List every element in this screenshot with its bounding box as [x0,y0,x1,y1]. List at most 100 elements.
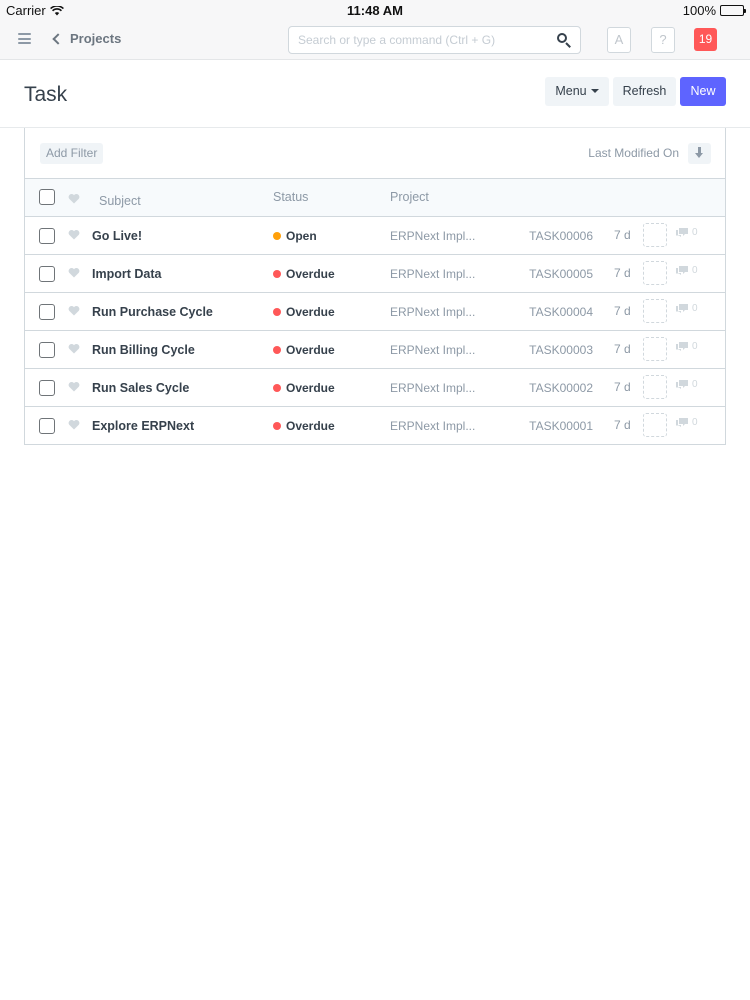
status-dot-icon [273,270,281,278]
heart-icon[interactable] [68,419,80,430]
assign-user-placeholder[interactable] [643,375,667,399]
task-subject-link[interactable]: Run Purchase Cycle [92,305,213,319]
assign-user-placeholder[interactable] [643,223,667,247]
subject-column-header[interactable]: Subject [99,194,141,208]
assign-user-placeholder[interactable] [643,261,667,285]
hamburger-menu-icon[interactable] [18,33,31,44]
notifications-badge[interactable]: 19 [694,28,717,51]
status-indicator[interactable]: Overdue [273,305,335,319]
task-id[interactable]: TASK00004 [529,305,593,319]
status-indicator[interactable]: Overdue [273,343,335,357]
status-indicator[interactable]: Open [273,229,317,243]
task-subject-link[interactable]: Run Sales Cycle [92,381,189,395]
status-column-header: Status [273,190,309,204]
modified-time: 7 d [614,266,631,280]
heart-icon[interactable] [68,193,80,204]
heart-icon[interactable] [68,343,80,354]
assign-user-placeholder[interactable] [643,413,667,437]
add-filter-button[interactable]: Add Filter [40,143,104,164]
comment-count[interactable]: 0 [675,227,698,238]
sort-selector[interactable]: Last Modified On [588,146,679,160]
task-subject-link[interactable]: Import Data [92,267,161,281]
search-icon[interactable] [557,33,571,48]
task-subject-link[interactable]: Run Billing Cycle [92,343,195,357]
status-dot-icon [273,422,281,430]
new-task-button[interactable]: New [680,77,726,106]
status-label: Overdue [286,381,335,395]
table-row[interactable]: Run Billing Cycle Overdue ERPNext Impl..… [25,331,725,369]
table-row[interactable]: Go Live! Open ERPNext Impl... TASK00006 … [25,217,725,255]
modified-time: 7 d [614,380,631,394]
status-label: Overdue [286,343,335,357]
task-id[interactable]: TASK00003 [529,343,593,357]
sort-order-button[interactable] [688,143,711,164]
task-subject-link[interactable]: Explore ERPNext [92,419,194,433]
status-indicator[interactable]: Overdue [273,381,335,395]
assign-user-placeholder[interactable] [643,299,667,323]
comment-count[interactable]: 0 [675,341,698,352]
comments-icon [676,380,688,389]
modified-time: 7 d [614,304,631,318]
status-label: Overdue [286,305,335,319]
help-button[interactable]: ? [651,27,675,53]
project-name[interactable]: ERPNext Impl... [390,305,475,319]
table-row[interactable]: Explore ERPNext Overdue ERPNext Impl... … [25,407,725,445]
project-name[interactable]: ERPNext Impl... [390,343,475,357]
status-dot-icon [273,346,281,354]
row-checkbox[interactable] [39,228,55,244]
comment-count[interactable]: 0 [675,379,698,390]
status-label: Overdue [286,419,335,433]
select-all-checkbox[interactable] [39,189,55,205]
comment-count-value: 0 [692,265,698,276]
status-indicator[interactable]: Overdue [273,419,335,433]
modified-time: 7 d [614,342,631,356]
row-checkbox[interactable] [39,266,55,282]
comments-icon [676,304,688,313]
project-column-header: Project [390,190,429,204]
search-input[interactable] [289,27,549,53]
comments-icon [676,418,688,427]
task-id[interactable]: TASK00005 [529,267,593,281]
row-checkbox[interactable] [39,418,55,434]
row-checkbox[interactable] [39,304,55,320]
comments-icon [676,228,688,237]
battery-indicator: 100% [683,3,746,18]
back-to-projects-link[interactable]: Projects [52,31,122,46]
comment-count-value: 0 [692,227,698,238]
project-name[interactable]: ERPNext Impl... [390,381,475,395]
back-label: Projects [70,31,122,46]
clock: 11:48 AM [347,3,403,18]
comment-count-value: 0 [692,303,698,314]
list-rows: Go Live! Open ERPNext Impl... TASK00006 … [25,217,725,445]
table-row[interactable]: Run Purchase Cycle Overdue ERPNext Impl.… [25,293,725,331]
project-name[interactable]: ERPNext Impl... [390,267,475,281]
filter-area: Add Filter Last Modified On [25,128,725,179]
heart-icon[interactable] [68,229,80,240]
user-avatar-button[interactable]: A [607,27,631,53]
row-checkbox[interactable] [39,342,55,358]
task-id[interactable]: TASK00002 [529,381,593,395]
status-indicator[interactable]: Overdue [273,267,335,281]
refresh-button[interactable]: Refresh [613,77,676,106]
task-id[interactable]: TASK00001 [529,419,593,433]
assign-user-placeholder[interactable] [643,337,667,361]
comment-count-value: 0 [692,417,698,428]
comment-count[interactable]: 0 [675,417,698,428]
navbar: Projects A ? 19 [0,22,750,60]
task-subject-link[interactable]: Go Live! [92,229,142,243]
heart-icon[interactable] [68,267,80,278]
status-label: Open [286,229,317,243]
comment-count[interactable]: 0 [675,265,698,276]
heart-icon[interactable] [68,305,80,316]
project-name[interactable]: ERPNext Impl... [390,229,475,243]
table-row[interactable]: Run Sales Cycle Overdue ERPNext Impl... … [25,369,725,407]
status-dot-icon [273,384,281,392]
task-id[interactable]: TASK00006 [529,229,593,243]
row-checkbox[interactable] [39,380,55,396]
comment-count[interactable]: 0 [675,303,698,314]
project-name[interactable]: ERPNext Impl... [390,419,475,433]
heart-icon[interactable] [68,381,80,392]
modified-time: 7 d [614,228,631,242]
table-row[interactable]: Import Data Overdue ERPNext Impl... TASK… [25,255,725,293]
menu-dropdown-button[interactable]: Menu [545,77,609,106]
